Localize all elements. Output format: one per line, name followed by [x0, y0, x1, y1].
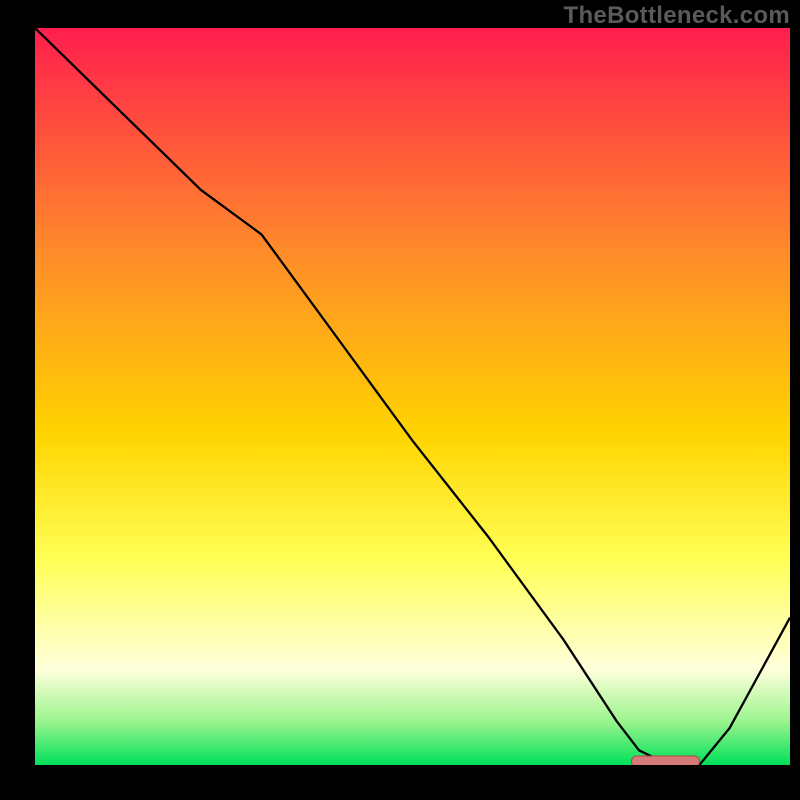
- plot-area: [35, 28, 790, 765]
- optimum-marker: [632, 756, 700, 765]
- watermark-text: TheBottleneck.com: [564, 2, 790, 30]
- heatmap-plot: [35, 28, 790, 765]
- chart-frame: TheBottleneck.com: [0, 0, 800, 800]
